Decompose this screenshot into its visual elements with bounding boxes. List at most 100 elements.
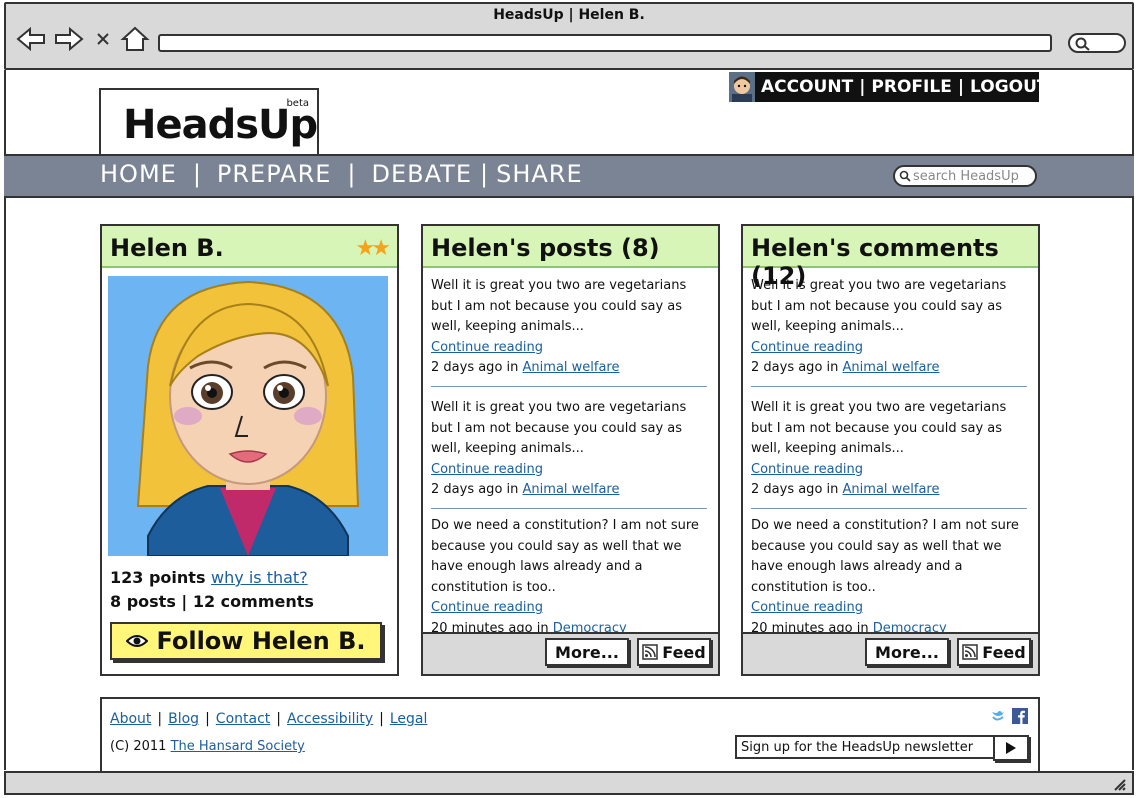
hansard-link[interactable]: The Hansard Society [171,739,305,754]
link-separator: | [157,711,163,727]
nav-home[interactable]: HOME [100,160,177,188]
facebook-icon[interactable] [1012,708,1028,724]
list-item: Well it is great you two are vegetarians… [431,398,709,501]
divider [751,386,1027,387]
user-menu: ACCOUNT | PROFILE | LOGOUT [729,72,1049,102]
browser-search-field[interactable] [1068,33,1126,53]
user-avatar-icon [732,76,752,102]
avatar[interactable] [729,72,755,102]
continue-reading-link[interactable]: Continue reading [431,340,543,355]
follow-label: Follow Helen B. [156,627,366,655]
rss-icon [962,644,979,660]
comments-header: Helen's comments (12) [743,226,1038,290]
comment-meta: 2 days ago in [751,360,839,375]
comments-panel: Helen's comments (12) Well it is great y… [741,224,1040,676]
comment-meta: 2 days ago in [751,482,839,497]
list-item: Do we need a constitution? I am not sure… [751,516,1029,639]
copyright-text: (C) 2011 [110,739,167,754]
footer-link-blog[interactable]: Blog [168,711,199,727]
comments-footer: More... Feed [743,632,1038,674]
post-excerpt: Do we need a constitution? I am not sure… [431,518,699,595]
nav-prepare[interactable]: PREPARE [217,160,332,188]
beta-label: beta [286,98,309,109]
posts-panel: Helen's posts (8) Well it is great you t… [421,224,720,676]
newsletter-submit-button[interactable] [993,735,1029,761]
post-excerpt: Well it is great you two are vegetarians… [431,278,687,334]
topic-link[interactable]: Animal welfare [523,482,620,497]
continue-reading-link[interactable]: Continue reading [751,462,863,477]
browser-chrome: HeadsUp | Helen B. [4,2,1134,70]
x-icon[interactable] [94,26,114,52]
comment-excerpt: Well it is great you two are vegetarians… [751,400,1007,456]
posts-header: Helen's posts (8) [423,226,718,268]
continue-reading-link[interactable]: Continue reading [431,600,543,615]
profile-panel: Helen B. ★★ 123 points why is that? 8 po [100,224,399,676]
site-footer: About | Blog | Contact | Accessibility | Legal (… [100,697,1040,771]
continue-reading-link[interactable]: Continue reading [751,340,863,355]
eye-icon [126,635,149,647]
resize-grip-icon[interactable] [1112,777,1126,791]
window-title: HeadsUp | Helen B. [493,7,645,23]
why-link[interactable]: why is that? [211,568,308,587]
account-link[interactable]: ACCOUNT [755,77,859,97]
footer-link-about[interactable]: About [110,711,151,727]
profile-header: Helen B. ★★ [102,226,397,268]
continue-reading-link[interactable]: Continue reading [751,600,863,615]
footer-link-contact[interactable]: Contact [216,711,270,727]
newsletter-input[interactable] [741,739,991,755]
arrow-left-icon[interactable] [16,26,46,52]
address-bar[interactable] [158,34,1052,52]
topic-link[interactable]: Animal welfare [843,360,940,375]
cartoon-woman-image [108,276,388,556]
footer-link-accessibility[interactable]: Accessibility [287,711,373,727]
follow-button[interactable]: Follow Helen B. [110,622,382,660]
list-item: Do we need a constitution? I am not sure… [431,516,709,639]
profile-link[interactable]: PROFILE [865,77,957,97]
divider [431,508,707,509]
nav-share[interactable]: SHARE [496,160,583,188]
comment-excerpt: Do we need a constitution? I am not sure… [751,518,1019,595]
profile-stats: 123 points why is that? 8 posts | 12 com… [110,566,314,614]
nav-separator: | [192,160,201,188]
logout-link[interactable]: LOGOUT [964,77,1054,97]
magnifier-icon [1075,37,1090,51]
post-meta: 2 days ago in [431,360,519,375]
comments-feed-button[interactable]: Feed [957,638,1031,666]
nav-debate[interactable]: DEBATE [372,160,473,188]
footer-links: About | Blog | Contact | Accessibility | Legal [110,711,427,727]
posts-feed-button[interactable]: Feed [637,638,711,666]
main-nav: HOME | PREPARE | DEBATE | SHARE [4,154,1134,198]
divider [431,386,707,387]
feed-label: Feed [982,642,1026,662]
divider [751,508,1027,509]
nav-separator: | [480,160,489,188]
more-posts-button[interactable]: More... [545,638,629,666]
points-count: 123 points [110,568,206,587]
site-search [893,165,1037,187]
continue-reading-link[interactable]: Continue reading [431,462,543,477]
posts-footer: More... Feed [423,632,718,674]
post-excerpt: Well it is great you two are vegetarians… [431,400,687,456]
twitter-icon[interactable] [990,708,1006,724]
topic-link[interactable]: Animal welfare [523,360,620,375]
profile-portrait [108,276,388,556]
topic-link[interactable]: Animal welfare [843,482,940,497]
social-links [990,708,1028,724]
comment-excerpt: Well it is great you two are vegetarians… [751,278,1007,334]
rating-stars-icon: ★★ [355,236,392,261]
newsletter-field [735,735,995,759]
feed-label: Feed [662,642,706,662]
search-icon [899,170,911,182]
search-input[interactable] [913,168,1031,184]
copyright: (C) 2011 The Hansard Society [110,739,305,754]
link-separator: | [205,711,210,727]
link-separator: | [276,711,281,727]
list-item: Well it is great you two are vegetarians… [751,398,1029,501]
home-icon[interactable] [120,26,150,52]
site-logo[interactable]: HeadsUp beta [99,88,319,154]
play-arrow-icon [1006,742,1016,754]
footer-link-legal[interactable]: Legal [390,711,428,727]
arrow-right-icon[interactable] [54,26,84,52]
posts-title: Helen's posts (8) [431,234,660,262]
more-comments-button[interactable]: More... [865,638,949,666]
